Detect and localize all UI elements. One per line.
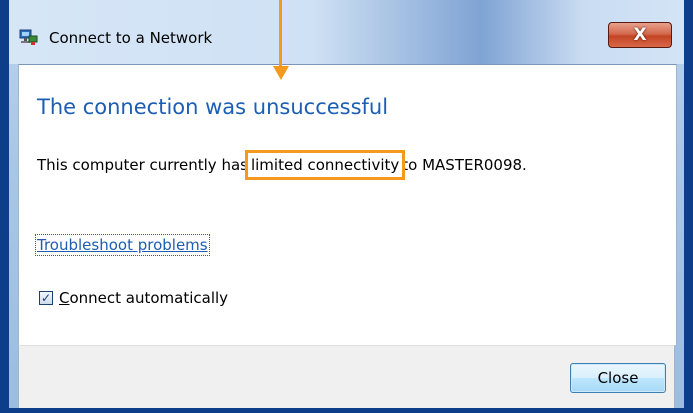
close-icon[interactable]: X (608, 22, 672, 48)
highlighted-phrase: limited connectivity (244, 150, 406, 180)
annotation-arrow-line (279, 0, 282, 68)
page-title: The connection was unsuccessful (37, 95, 389, 119)
connect-automatically-option[interactable]: ✓ Connect automatically (39, 289, 228, 307)
close-glyph: X (633, 25, 647, 45)
close-button[interactable]: Close (570, 363, 666, 393)
network-icon (19, 28, 39, 46)
dialog-footer: Close (18, 345, 675, 408)
connect-automatically-checkbox[interactable]: ✓ (39, 291, 53, 305)
window-title: Connect to a Network (49, 29, 213, 47)
dialog-content: The connection was unsuccessful This com… (18, 64, 677, 345)
troubleshoot-link[interactable]: Troubleshoot problems (35, 234, 210, 256)
annotation-arrow-head (273, 66, 289, 80)
message-text-after: to MASTER0098. (402, 156, 527, 174)
message-text-before: This computer currently has (37, 156, 248, 174)
checkmark-icon: ✓ (40, 291, 52, 305)
connect-automatically-label: Connect automatically (59, 289, 229, 307)
title-bar[interactable]: Connect to a Network X (9, 0, 684, 64)
status-message: This computer currently has limited conne… (37, 150, 527, 180)
